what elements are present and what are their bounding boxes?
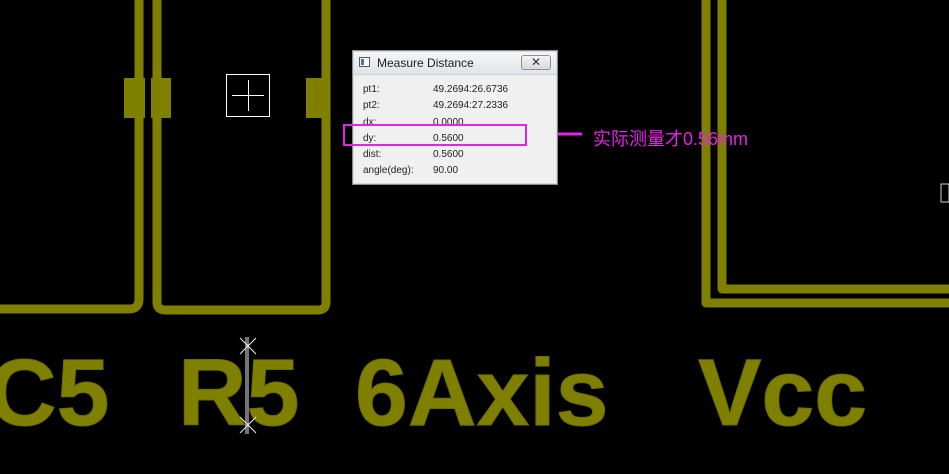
annotation-text: 实际测量才0.56mm bbox=[593, 129, 749, 149]
dialog-titlebar[interactable]: Measure Distance ✕ bbox=[354, 52, 556, 75]
pad-outline-left bbox=[0, 0, 144, 314]
pad-outline-right-inner bbox=[717, 0, 949, 294]
edge-marker bbox=[940, 183, 949, 203]
window-icon bbox=[359, 57, 370, 67]
pad-tab-left bbox=[124, 78, 145, 118]
silk-label-6axis: 6Axis bbox=[355, 340, 609, 446]
label-pt2: pt2: bbox=[363, 100, 380, 112]
value-pt1: 49.2694:26.6736 bbox=[433, 84, 509, 95]
dy-highlight-box bbox=[343, 124, 527, 146]
label-pt1: pt1: bbox=[363, 84, 380, 95]
dialog-title: Measure Distance bbox=[377, 56, 474, 70]
label-dist: dist: bbox=[363, 149, 382, 161]
pad-tab-center-left bbox=[151, 78, 171, 118]
close-icon: ✕ bbox=[530, 55, 542, 69]
label-angle: angle(deg): bbox=[363, 165, 414, 177]
silk-label-r5: R5 bbox=[178, 340, 299, 446]
silk-label-c5: C5 bbox=[0, 340, 109, 446]
measure-distance-dialog[interactable]: Measure Distance ✕ pt1: 49.2694:26.6736 … bbox=[352, 50, 558, 185]
value-pt2: 49.2694:27.2336 bbox=[433, 100, 509, 112]
pad-outline-right bbox=[701, 0, 949, 308]
close-button[interactable]: ✕ bbox=[521, 55, 551, 70]
pad-outline-center bbox=[152, 0, 331, 315]
value-angle: 90.00 bbox=[433, 165, 459, 177]
pad-tab-center-right bbox=[306, 78, 327, 118]
crosshair-cursor-icon bbox=[226, 74, 270, 117]
silk-label-vcc: Vcc bbox=[698, 340, 867, 446]
value-dist: 0.5600 bbox=[433, 149, 464, 161]
